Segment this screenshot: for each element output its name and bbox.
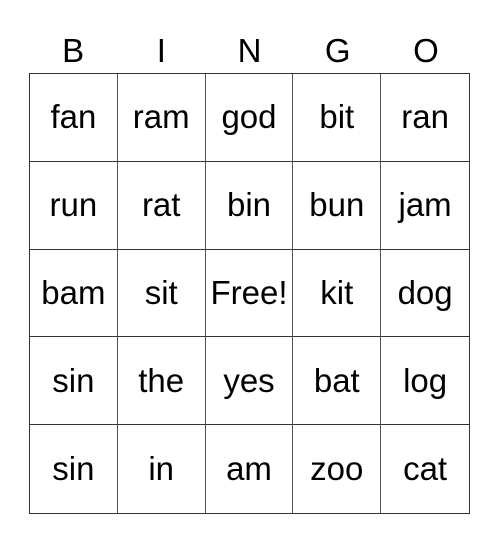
header-letter-n: N	[237, 32, 262, 69]
bingo-cell[interactable]: sit	[117, 249, 206, 338]
header-letter-g: G	[324, 32, 351, 69]
bingo-cell[interactable]: dog	[381, 250, 469, 338]
header-letter-b: B	[62, 32, 85, 69]
bingo-cell[interactable]: sin	[30, 425, 118, 513]
header-letter-o: O	[413, 32, 439, 69]
free-space-cell[interactable]: Free!	[205, 249, 294, 338]
bingo-cell[interactable]: kit	[293, 249, 382, 338]
bingo-cell[interactable]: yes	[205, 337, 294, 426]
bingo-cell[interactable]: bam	[30, 249, 118, 338]
bingo-cell[interactable]: am	[206, 425, 294, 513]
bingo-grid: fan ram god bit ran run rat bin bun jam …	[29, 73, 470, 514]
bingo-cell[interactable]: bit	[293, 74, 382, 162]
bingo-cell[interactable]: sin	[30, 337, 118, 426]
bingo-cell[interactable]: cat	[381, 425, 469, 513]
bingo-cell[interactable]: bun	[293, 161, 382, 250]
bingo-cell[interactable]: rat	[117, 161, 206, 250]
bingo-cell[interactable]: zoo	[293, 425, 382, 513]
bingo-cell[interactable]: fan	[30, 74, 118, 162]
bingo-cell[interactable]: bat	[293, 337, 382, 426]
bingo-cell[interactable]: run	[30, 161, 118, 250]
bingo-cell[interactable]: the	[117, 337, 206, 426]
bingo-cell[interactable]: ran	[381, 74, 469, 162]
header-letter-i: I	[156, 32, 166, 69]
bingo-cell[interactable]: god	[205, 74, 294, 162]
bingo-cell[interactable]: jam	[381, 162, 469, 250]
bingo-cell[interactable]: bin	[205, 161, 294, 250]
bingo-cell[interactable]: ram	[117, 74, 206, 162]
bingo-header: B I N G O	[29, 30, 470, 72]
bingo-cell[interactable]: in	[118, 425, 206, 513]
bingo-cell[interactable]: log	[381, 337, 469, 426]
